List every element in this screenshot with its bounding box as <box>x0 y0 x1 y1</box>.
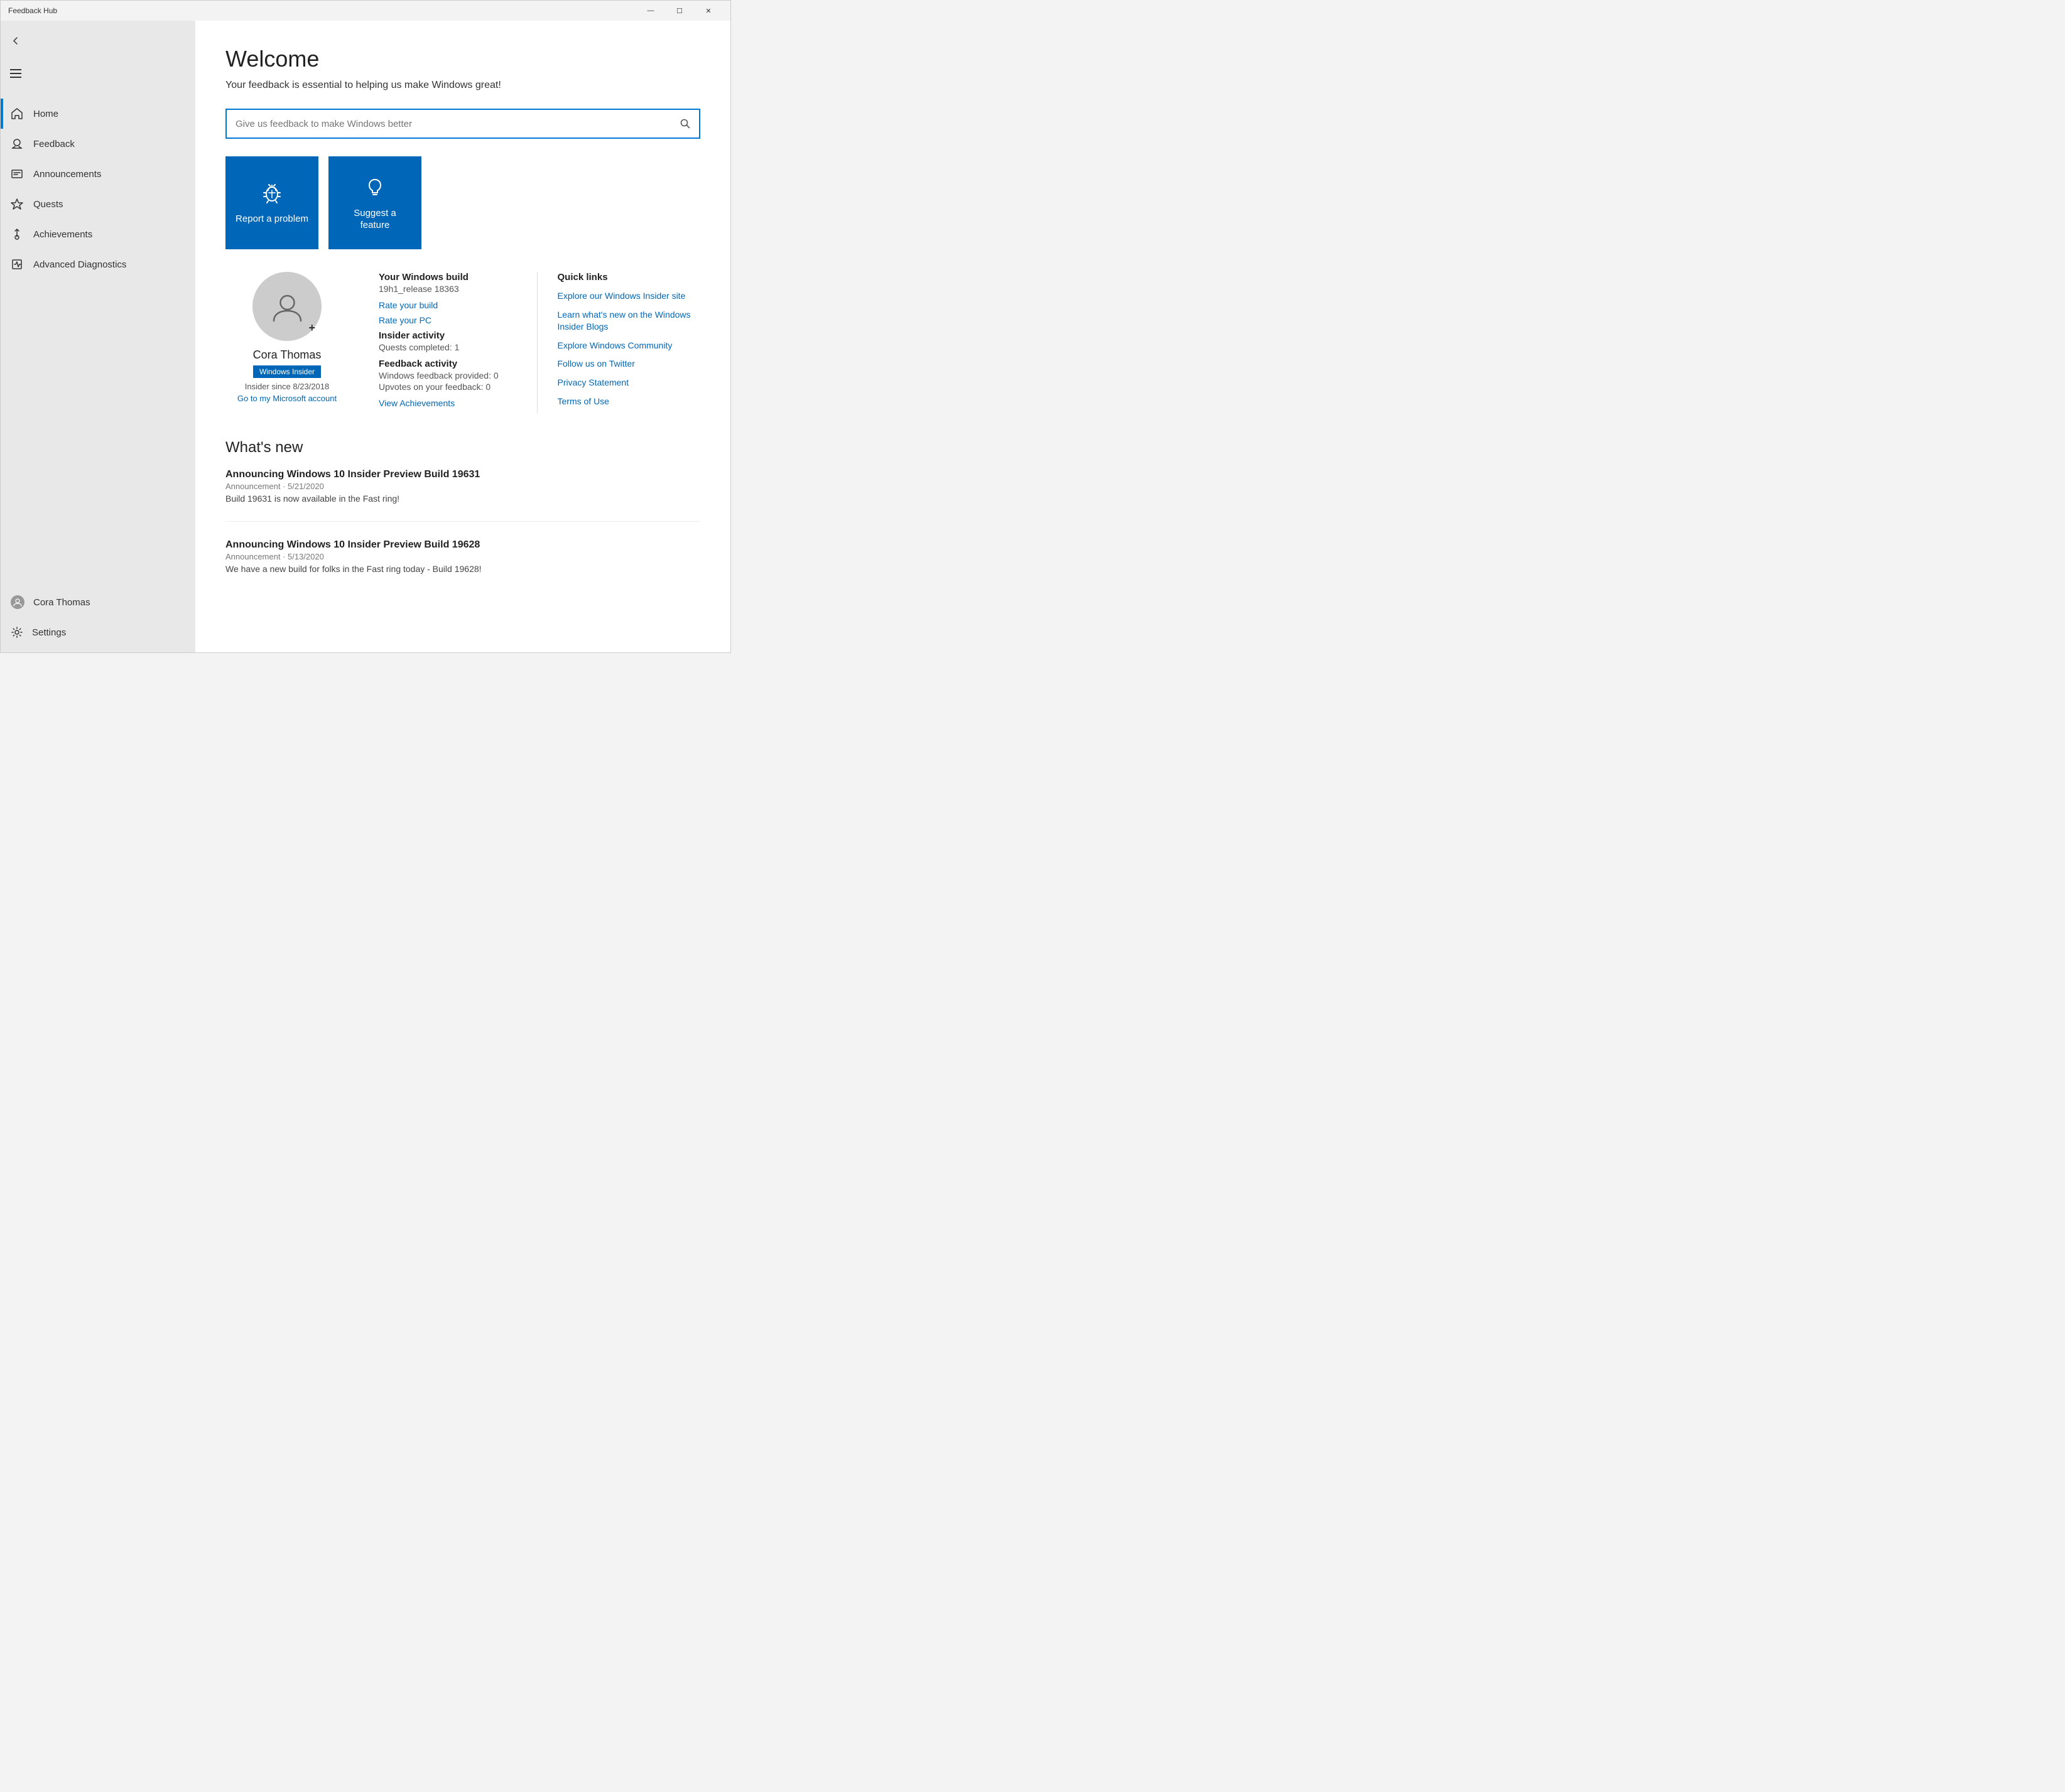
quests-icon <box>11 198 23 210</box>
build-value: 19h1_release 18363 <box>379 284 522 294</box>
app-container: Home Feedback <box>1 21 730 652</box>
insider-badge: Windows Insider <box>253 365 321 378</box>
quick-links-title: Quick links <box>558 272 701 283</box>
quick-link-privacy[interactable]: Privacy Statement <box>558 377 701 389</box>
feedback-activity-title: Feedback activity <box>379 359 522 369</box>
report-problem-tile[interactable]: Report a problem <box>225 156 318 249</box>
quick-link-insider-blogs[interactable]: Learn what's new on the Windows Insider … <box>558 309 701 333</box>
quick-link-terms[interactable]: Terms of Use <box>558 396 701 408</box>
sidebar-item-home[interactable]: Home <box>1 99 195 129</box>
quick-link-insider-site[interactable]: Explore our Windows Insider site <box>558 290 701 303</box>
news-item: Announcing Windows 10 Insider Preview Bu… <box>225 469 700 522</box>
profile-name: Cora Thomas <box>253 348 322 362</box>
view-achievements-link[interactable]: View Achievements <box>379 398 522 408</box>
news-item-title: Announcing Windows 10 Insider Preview Bu… <box>225 469 700 480</box>
action-tiles: Report a problem Suggest a feature <box>225 156 700 249</box>
user-avatar: + <box>252 272 322 341</box>
home-icon <box>11 107 23 120</box>
hamburger-button[interactable] <box>1 58 31 89</box>
sidebar-item-home-label: Home <box>33 109 58 119</box>
sidebar-item-feedback[interactable]: Feedback <box>1 129 195 159</box>
title-bar: Feedback Hub — ☐ ✕ <box>1 1 730 21</box>
sidebar-user-label: Cora Thomas <box>33 597 90 608</box>
user-avatar-small <box>11 595 24 609</box>
minimize-button[interactable]: — <box>636 1 665 21</box>
news-item-desc: Build 19631 is now available in the Fast… <box>225 494 700 504</box>
lightbulb-icon <box>362 175 388 200</box>
window-controls: — ☐ ✕ <box>636 1 723 21</box>
sidebar-top <box>1 21 195 94</box>
report-problem-label: Report a problem <box>236 213 308 225</box>
quick-link-community[interactable]: Explore Windows Community <box>558 340 701 352</box>
settings-icon <box>11 626 23 639</box>
nav-items: Home Feedback <box>1 94 195 582</box>
build-title: Your Windows build <box>379 272 522 283</box>
suggest-feature-tile[interactable]: Suggest a feature <box>328 156 421 249</box>
avatar-person-icon <box>270 289 305 324</box>
avatar-plus-icon: + <box>308 321 315 335</box>
maximize-button[interactable]: ☐ <box>665 1 694 21</box>
sidebar-settings[interactable]: Settings <box>1 617 195 647</box>
main-content: Welcome Your feedback is essential to he… <box>195 21 730 652</box>
app-title: Feedback Hub <box>8 6 636 15</box>
achievements-icon <box>11 228 23 240</box>
whats-new-title: What's new <box>225 439 700 456</box>
sidebar: Home Feedback <box>1 21 195 652</box>
sidebar-item-diagnostics-label: Advanced Diagnostics <box>33 259 126 270</box>
close-button[interactable]: ✕ <box>694 1 723 21</box>
news-item: Announcing Windows 10 Insider Preview Bu… <box>225 539 700 591</box>
diagnostics-icon <box>11 258 23 271</box>
welcome-title: Welcome <box>225 46 700 72</box>
quests-completed: Quests completed: 1 <box>379 342 522 352</box>
quick-link-twitter[interactable]: Follow us on Twitter <box>558 358 701 370</box>
feedback-icon <box>11 138 23 150</box>
sidebar-user[interactable]: Cora Thomas <box>1 587 195 617</box>
insider-since: Insider since 8/23/2018 <box>245 382 329 391</box>
news-item-meta-2: Announcement · 5/13/2020 <box>225 552 700 561</box>
sidebar-item-feedback-label: Feedback <box>33 139 75 149</box>
search-icon <box>680 118 691 129</box>
search-input[interactable] <box>227 110 671 138</box>
search-button[interactable] <box>671 110 699 138</box>
back-button[interactable] <box>1 26 31 56</box>
news-list: Announcing Windows 10 Insider Preview Bu… <box>225 469 700 591</box>
news-item-title-2: Announcing Windows 10 Insider Preview Bu… <box>225 539 700 551</box>
news-item-desc-2: We have a new build for folks in the Fas… <box>225 564 700 574</box>
windows-feedback: Windows feedback provided: 0 <box>379 370 522 381</box>
rate-pc-link[interactable]: Rate your PC <box>379 315 522 325</box>
build-info: Your Windows build 19h1_release 18363 Ra… <box>364 272 538 413</box>
sidebar-item-quests[interactable]: Quests <box>1 189 195 219</box>
sidebar-item-quests-label: Quests <box>33 199 63 210</box>
rate-build-link[interactable]: Rate your build <box>379 300 522 310</box>
search-bar <box>225 109 700 139</box>
announcements-icon <box>11 168 23 180</box>
news-item-meta: Announcement · 5/21/2020 <box>225 482 700 491</box>
profile-info: + Cora Thomas Windows Insider Insider si… <box>225 272 364 403</box>
ms-account-link[interactable]: Go to my Microsoft account <box>237 394 337 403</box>
sidebar-bottom: Cora Thomas Settings <box>1 582 195 652</box>
sidebar-item-diagnostics[interactable]: Advanced Diagnostics <box>1 249 195 279</box>
sidebar-item-announcements-label: Announcements <box>33 169 101 180</box>
hamburger-icon <box>10 69 21 78</box>
welcome-subtitle: Your feedback is essential to helping us… <box>225 80 700 91</box>
profile-section: + Cora Thomas Windows Insider Insider si… <box>225 272 700 414</box>
bug-icon <box>259 180 285 205</box>
upvotes: Upvotes on your feedback: 0 <box>379 382 522 392</box>
sidebar-item-announcements[interactable]: Announcements <box>1 159 195 189</box>
sidebar-item-achievements-label: Achievements <box>33 229 92 240</box>
sidebar-settings-label: Settings <box>32 627 66 638</box>
insider-activity-title: Insider activity <box>379 330 522 341</box>
suggest-feature-label: Suggest a feature <box>339 207 411 232</box>
sidebar-item-achievements[interactable]: Achievements <box>1 219 195 249</box>
quick-links: Quick links Explore our Windows Insider … <box>538 272 701 414</box>
